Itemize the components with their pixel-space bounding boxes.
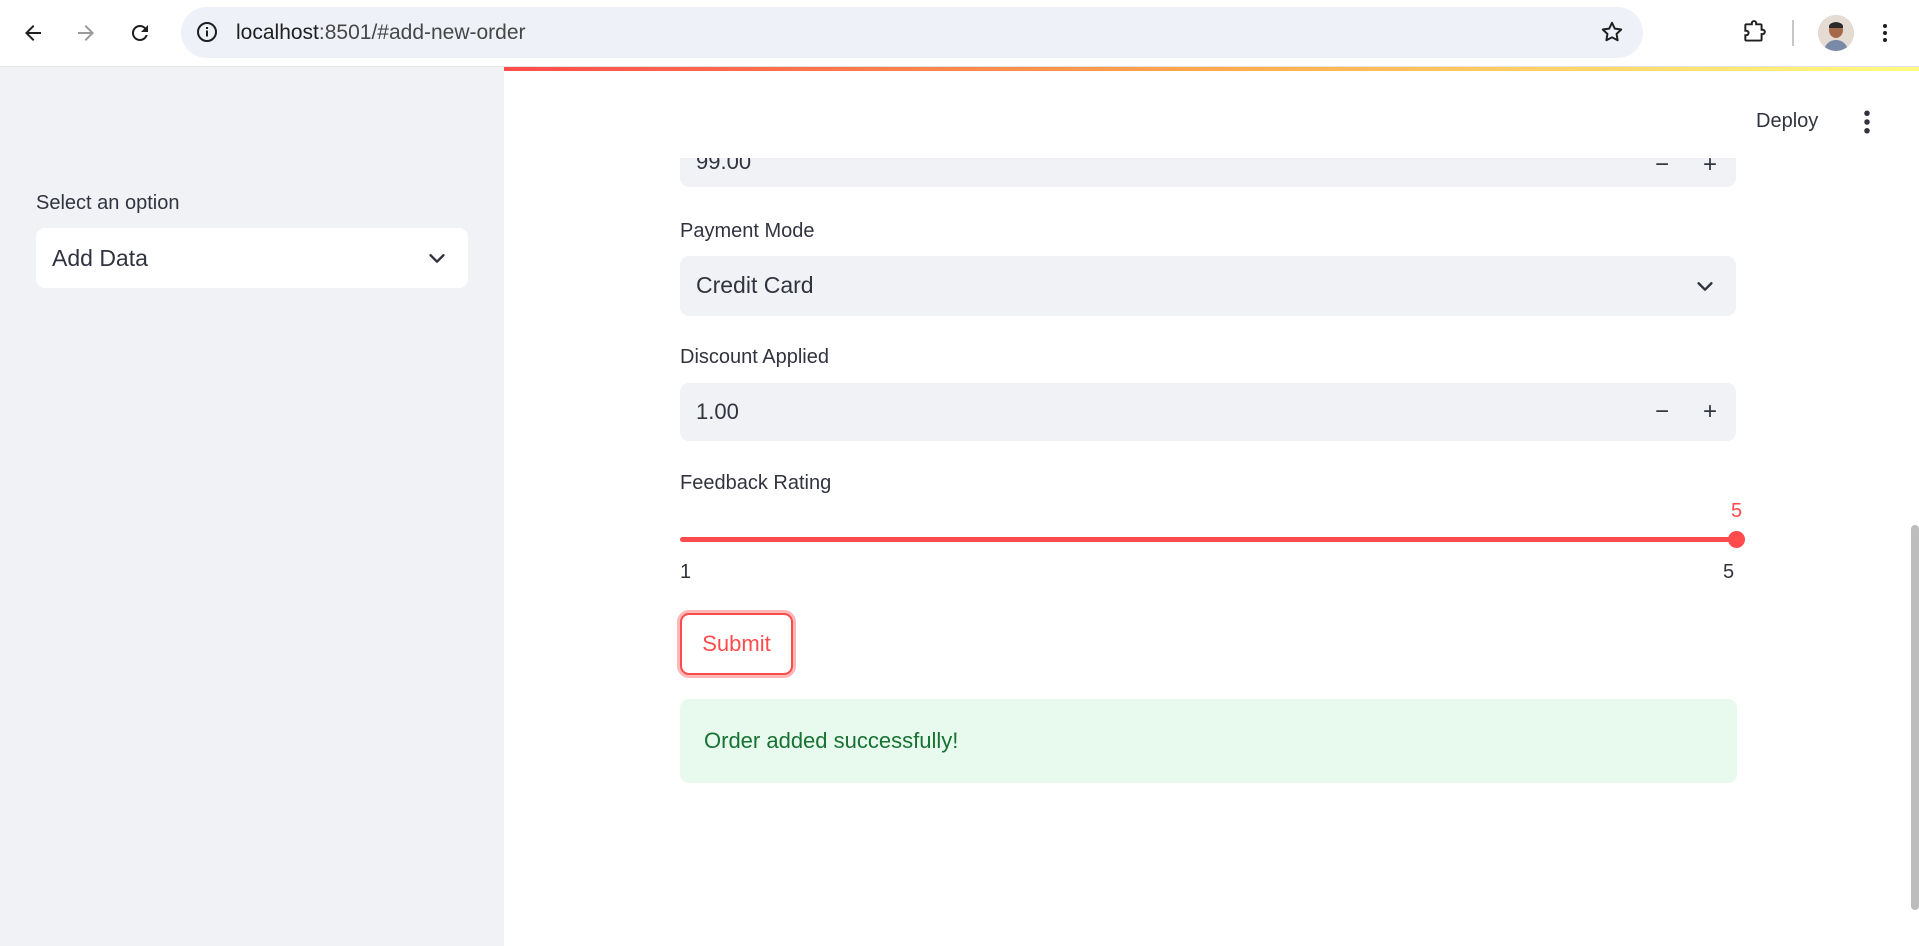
address-bar[interactable]: localhost:8501/#add-new-order [181, 7, 1643, 58]
slider-track[interactable] [680, 537, 1736, 542]
back-button[interactable] [12, 12, 54, 54]
success-alert: Order added successfully! [680, 699, 1737, 783]
chrome-menu-icon [1883, 24, 1887, 42]
slider-max-label: 5 [1723, 561, 1735, 583]
profile-avatar[interactable] [1818, 15, 1854, 51]
profile-photo [1818, 15, 1854, 51]
option-select[interactable]: Add Data [36, 228, 468, 288]
feedback-rating-label: Feedback Rating [680, 472, 832, 494]
success-message: Order added successfully! [704, 728, 959, 753]
url-path: :8501/#add-new-order [318, 21, 526, 44]
forward-button[interactable] [65, 12, 107, 54]
select-option-label: Select an option [36, 192, 180, 214]
back-arrow-icon [25, 25, 41, 41]
extensions-button[interactable] [1733, 12, 1775, 54]
slider-thumb[interactable] [1728, 531, 1745, 548]
toolbar-separator [1792, 20, 1794, 46]
forward-arrow-icon [78, 25, 94, 41]
sidebar: Select an option Add Data [0, 67, 504, 946]
extensions-icon [1744, 20, 1766, 42]
chevron-down-icon [1697, 282, 1713, 291]
discount-input[interactable]: 1.00 − + [680, 383, 1736, 441]
site-info-icon[interactable] [195, 20, 219, 44]
discount-decrement-button[interactable]: − [1648, 398, 1676, 426]
submit-button[interactable]: Submit [680, 613, 793, 675]
option-select-value: Add Data [52, 245, 148, 271]
browser-toolbar: localhost:8501/#add-new-order [0, 0, 1919, 67]
reload-icon [131, 24, 148, 41]
reload-button[interactable] [119, 12, 161, 54]
discount-increment-button[interactable]: + [1696, 398, 1724, 426]
page-scrollbar[interactable] [1911, 525, 1919, 910]
url-text[interactable]: localhost:8501/#add-new-order [236, 21, 526, 45]
main-content: Deploy 99.00 − + Payment Mode Credit Car… [504, 67, 1919, 946]
chrome-menu-button[interactable] [1867, 12, 1903, 54]
discount-input-value: 1.00 [696, 399, 739, 424]
payment-mode-select[interactable]: Credit Card [680, 256, 1736, 316]
chevron-down-icon [429, 254, 445, 263]
bookmark-star-icon[interactable] [1599, 19, 1625, 45]
payment-mode-label: Payment Mode [680, 220, 815, 242]
url-host: localhost [236, 21, 319, 44]
header-mask [504, 67, 1919, 158]
payment-mode-value: Credit Card [696, 272, 814, 298]
slider-min-label: 1 [680, 561, 692, 583]
slider-current-value: 5 [1731, 500, 1743, 522]
discount-label: Discount Applied [680, 346, 829, 368]
